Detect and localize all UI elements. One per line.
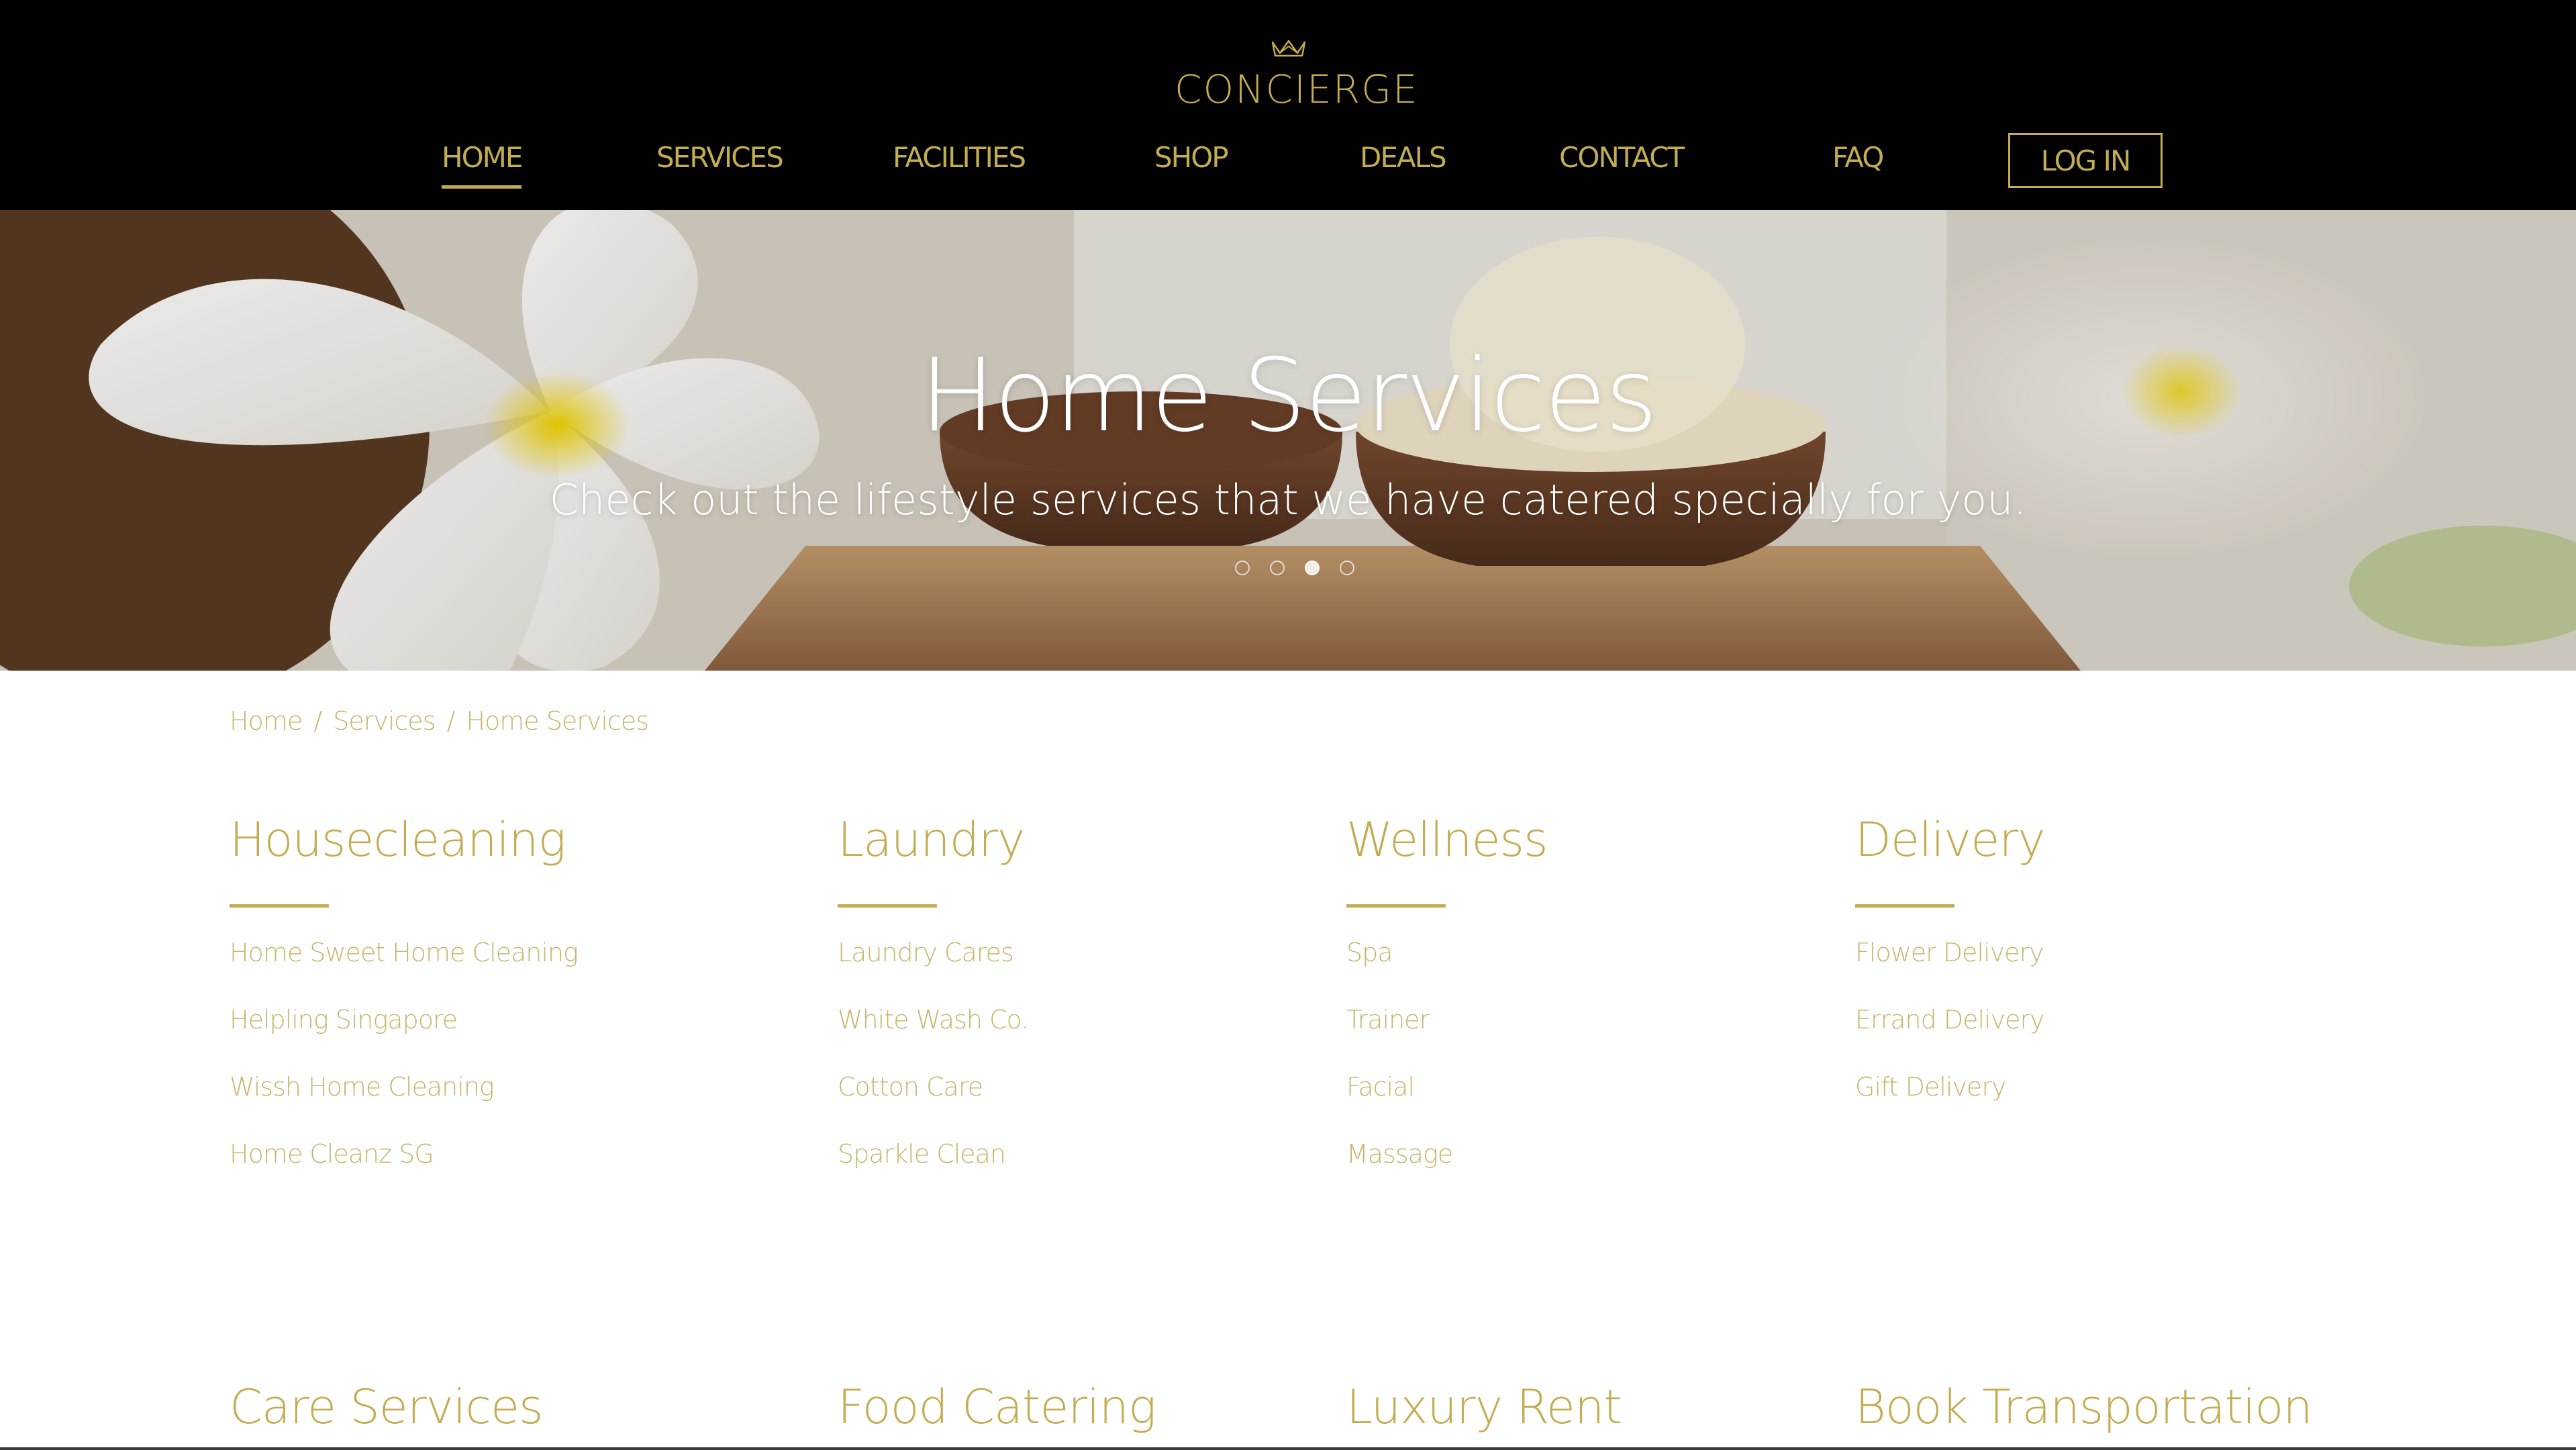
- nav-home-label: HOME: [442, 141, 523, 174]
- slider-dots: [1235, 561, 1356, 577]
- slide-dot-active[interactable]: [1305, 561, 1320, 575]
- logo-text: CONCIERGE: [1175, 66, 1419, 112]
- list-item[interactable]: Home Cleanz SG: [230, 1137, 578, 1204]
- crown-icon: [1271, 40, 1306, 57]
- list-item[interactable]: Facial: [1346, 1070, 1547, 1137]
- list-item[interactable]: Cotton Care: [838, 1070, 1028, 1137]
- site-logo[interactable]: CONCIERGE: [1175, 37, 1419, 114]
- hero-subtitle: Check out the lifestyle services that we…: [549, 475, 2027, 524]
- category-food-catering: Food Catering: [838, 1380, 1156, 1435]
- category-title: Care Services: [230, 1380, 544, 1435]
- nav-shop[interactable]: SHOP: [1154, 141, 1229, 181]
- category-laundry: Laundry Laundry Cares White Wash Co. Cot…: [838, 812, 1029, 1204]
- category-title: Food Catering: [838, 1380, 1156, 1435]
- category-care-services: Care Services: [230, 1380, 544, 1435]
- list-item[interactable]: Errand Delivery: [1855, 1003, 2045, 1070]
- category-title: Wellness: [1346, 812, 1548, 867]
- list-item[interactable]: Sparkle Clean: [838, 1137, 1028, 1204]
- list-item[interactable]: Wissh Home Cleaning: [230, 1070, 578, 1137]
- nav-deals[interactable]: DEALS: [1360, 141, 1447, 181]
- category-housecleaning: Housecleaning Home Sweet Home Cleaning H…: [230, 812, 579, 1204]
- list-item[interactable]: Helpling Singapore: [230, 1003, 578, 1070]
- nav-facilities[interactable]: FACILITIES: [893, 141, 1026, 181]
- slide-dot[interactable]: [1270, 561, 1285, 575]
- list-item[interactable]: Home Sweet Home Cleaning: [230, 936, 579, 1003]
- nav-faq-label: FAQ: [1832, 141, 1884, 174]
- category-wellness: Wellness Spa Trainer Facial Massage: [1346, 812, 1548, 1204]
- category-list: Home Sweet Home Cleaning Helpling Singap…: [230, 936, 579, 1204]
- breadcrumb-separator: /: [313, 706, 322, 736]
- breadcrumb-current: Home Services: [466, 706, 649, 736]
- hero-banner: Home Services Check out the lifestyle se…: [0, 210, 2576, 671]
- category-luxury-rent: Luxury Rent: [1346, 1380, 1622, 1435]
- category-title: Housecleaning: [230, 812, 566, 867]
- hero-title: Home Services: [920, 338, 1657, 454]
- nav-faq[interactable]: FAQ: [1832, 141, 1884, 181]
- nav-facilities-label: FACILITIES: [893, 141, 1026, 174]
- category-list: Spa Trainer Facial Massage: [1346, 936, 1547, 1204]
- nav-shop-label: SHOP: [1154, 141, 1229, 174]
- site-header: CONCIERGE HOME SERVICES FACILITIES SHOP …: [0, 0, 2576, 210]
- category-list: Laundry Cares White Wash Co. Cotton Care…: [838, 936, 1029, 1204]
- category-title: Laundry: [838, 812, 1025, 867]
- nav-deals-label: DEALS: [1360, 141, 1447, 174]
- list-item[interactable]: Gift Delivery: [1855, 1070, 2045, 1137]
- category-divider: [1346, 904, 1446, 908]
- nav-contact[interactable]: CONTACT: [1559, 141, 1685, 181]
- nav-contact-label: CONTACT: [1559, 141, 1685, 174]
- category-book-transportation: Book Transportation: [1855, 1380, 2313, 1435]
- nav-services[interactable]: SERVICES: [656, 141, 784, 181]
- slide-dot[interactable]: [1340, 561, 1354, 575]
- list-item[interactable]: Trainer: [1346, 1003, 1547, 1070]
- nav-active-underline: [442, 185, 522, 189]
- category-title: Book Transportation: [1855, 1380, 2313, 1435]
- list-item[interactable]: Spa: [1346, 936, 1547, 1003]
- list-item[interactable]: Massage: [1346, 1137, 1547, 1204]
- category-title: Luxury Rent: [1346, 1380, 1622, 1435]
- list-item[interactable]: Flower Delivery: [1855, 936, 2045, 1003]
- nav-home[interactable]: HOME: [442, 141, 523, 189]
- nav-services-label: SERVICES: [656, 141, 784, 174]
- category-divider: [230, 904, 329, 908]
- category-title: Delivery: [1855, 812, 2046, 867]
- category-delivery: Delivery Flower Delivery Errand Delivery…: [1855, 812, 2046, 1137]
- slide-dot[interactable]: [1235, 561, 1250, 575]
- category-divider: [1855, 904, 1954, 908]
- bottom-divider: [0, 1447, 2576, 1450]
- breadcrumb-home[interactable]: Home: [230, 706, 303, 736]
- breadcrumb-separator: /: [446, 706, 456, 736]
- category-divider: [838, 904, 937, 908]
- login-button[interactable]: LOG IN: [2008, 133, 2163, 188]
- list-item[interactable]: White Wash Co.: [838, 1003, 1029, 1070]
- breadcrumb: Home / Services / Home Services: [230, 706, 649, 736]
- breadcrumb-services[interactable]: Services: [333, 706, 436, 736]
- list-item[interactable]: Laundry Cares: [838, 936, 1028, 1003]
- category-list: Flower Delivery Errand Delivery Gift Del…: [1855, 936, 2045, 1137]
